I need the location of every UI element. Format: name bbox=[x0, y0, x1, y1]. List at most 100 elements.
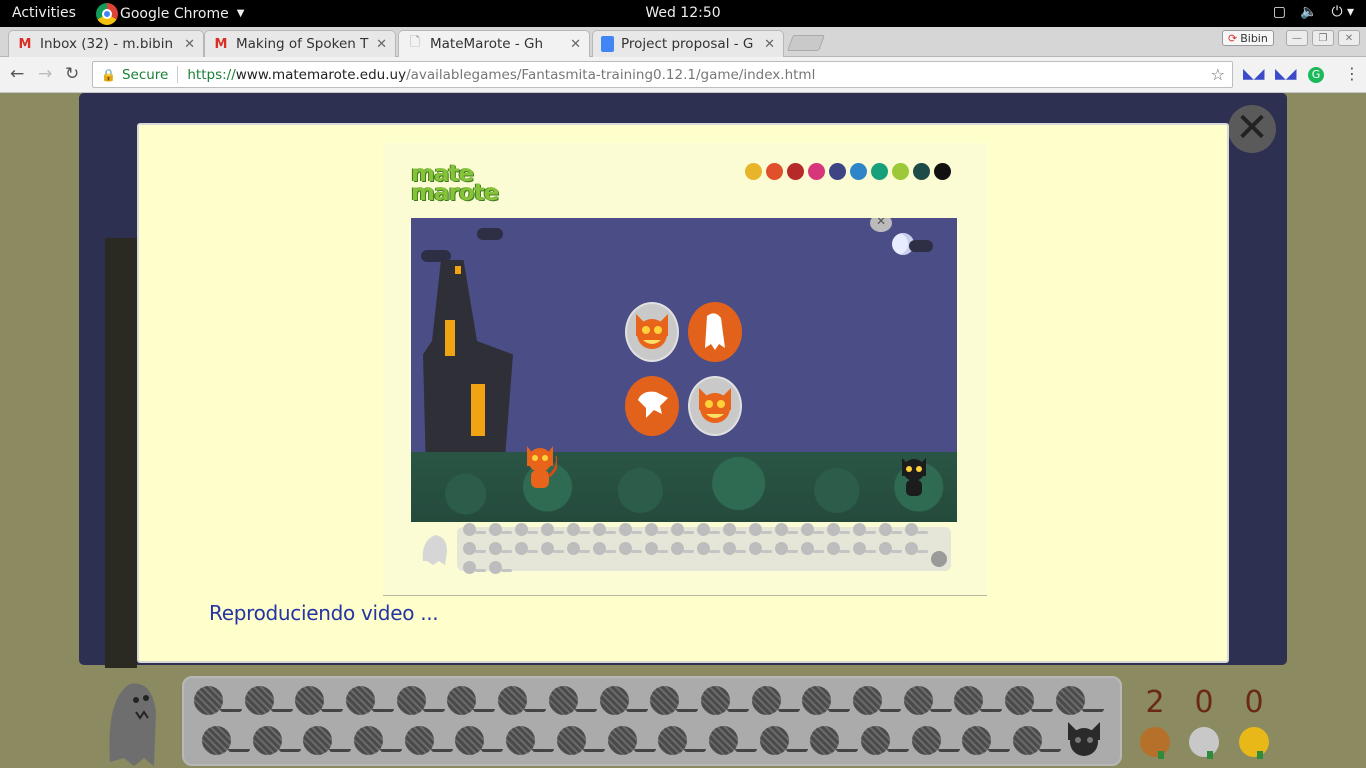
profile-button[interactable]: ⟳ Bibin bbox=[1222, 30, 1274, 46]
close-tab-icon[interactable]: ✕ bbox=[184, 37, 195, 52]
gold-medal-icon bbox=[1239, 727, 1269, 759]
color-swatches bbox=[745, 163, 951, 180]
app-name: Google Chrome bbox=[120, 5, 229, 22]
game-video: mate marote ✕ bbox=[383, 143, 987, 595]
scene-close-icon[interactable]: ✕ bbox=[870, 218, 892, 232]
yarn-ball-icon bbox=[567, 522, 591, 538]
app-menu[interactable]: Google Chrome ▼ bbox=[96, 0, 244, 27]
bushes bbox=[411, 452, 957, 522]
tab-inbox[interactable]: M Inbox (32) - m.bibin ✕ bbox=[8, 30, 204, 57]
tab-label: MateMarote - Gh bbox=[430, 36, 544, 52]
yarn-ball-icon bbox=[1005, 686, 1056, 718]
background-post bbox=[105, 238, 137, 668]
yarn-ball-icon bbox=[697, 522, 721, 538]
color-swatch bbox=[745, 163, 762, 180]
system-tray[interactable]: ▢ 🔈 ⏻ ▾ bbox=[1273, 4, 1354, 20]
memory-card-cat[interactable] bbox=[688, 376, 742, 436]
yarn-ball-icon bbox=[489, 541, 513, 557]
yarn-ball-icon bbox=[404, 726, 456, 758]
memory-card-ghost[interactable] bbox=[688, 302, 742, 362]
yarn-ball-icon bbox=[498, 686, 549, 718]
yarn-ball-icon bbox=[700, 686, 752, 718]
profile-icon: ⟳ bbox=[1228, 31, 1238, 45]
maximize-icon[interactable]: ❐ bbox=[1312, 30, 1334, 46]
yarn-ball-icon bbox=[541, 541, 565, 557]
close-tab-icon[interactable]: ✕ bbox=[764, 37, 775, 52]
chrome-icon bbox=[96, 2, 118, 25]
screen-icon[interactable]: ▢ bbox=[1273, 4, 1286, 20]
bookmark-star-icon[interactable]: ☆ bbox=[1211, 65, 1225, 84]
yarn-ball-icon bbox=[506, 726, 557, 758]
color-swatch bbox=[892, 163, 909, 180]
memory-card-cat[interactable] bbox=[625, 302, 679, 362]
yarn-ball-icon bbox=[541, 522, 565, 538]
tower-window bbox=[471, 384, 485, 436]
yarn-row bbox=[202, 726, 1064, 758]
yarn-ball-icon bbox=[759, 726, 811, 758]
tab-label: Project proposal - G bbox=[621, 36, 754, 52]
yarn-ball-icon bbox=[852, 686, 904, 718]
close-window-icon[interactable]: ✕ bbox=[1338, 30, 1360, 46]
yarn-ball-icon bbox=[671, 541, 695, 557]
yarn-ball-icon bbox=[749, 522, 773, 538]
cat-face-icon bbox=[699, 388, 731, 423]
yarn-ball-icon bbox=[658, 726, 709, 758]
activities-button[interactable]: Activities bbox=[12, 5, 76, 21]
yarn-ball-icon bbox=[749, 541, 773, 557]
close-tab-icon[interactable]: ✕ bbox=[570, 37, 581, 52]
minimize-icon[interactable]: — bbox=[1286, 30, 1308, 46]
color-swatch bbox=[787, 163, 804, 180]
yarn-ball-icon bbox=[810, 726, 861, 758]
memory-card-ghost[interactable] bbox=[625, 376, 679, 436]
yarn-ball-icon bbox=[489, 560, 513, 576]
new-tab-button[interactable] bbox=[787, 35, 825, 51]
yarn-ball-icon bbox=[911, 726, 963, 758]
yarn-ball-icon bbox=[202, 726, 253, 758]
volume-icon[interactable]: 🔈 bbox=[1300, 4, 1317, 20]
yarn-ball-icon bbox=[548, 686, 600, 718]
reload-icon[interactable]: ↻ bbox=[65, 64, 79, 84]
back-icon[interactable]: ← bbox=[10, 64, 24, 84]
yarn-row bbox=[194, 686, 1106, 718]
navigation-bar: ← → ↻ 🔒 Secure https:// www.matemarote.e… bbox=[0, 57, 1366, 93]
yarn-ball-icon bbox=[650, 686, 701, 718]
silver-medal-icon bbox=[1189, 727, 1219, 759]
yarn-ball-icon bbox=[723, 541, 747, 557]
extension-mask-icon-2[interactable]: ◣◢ bbox=[1275, 66, 1297, 82]
color-swatch bbox=[850, 163, 867, 180]
yarn-ball-icon bbox=[303, 726, 354, 758]
yarn-ball-icon bbox=[671, 522, 695, 538]
yarn-ball-icon bbox=[567, 541, 591, 557]
gmail-icon: M bbox=[18, 36, 32, 52]
power-icon[interactable]: ⏻ ▾ bbox=[1331, 4, 1354, 20]
yarn-ball-icon bbox=[905, 522, 929, 538]
yarn-ball-icon bbox=[463, 560, 487, 576]
secure-label: Secure bbox=[121, 66, 169, 83]
yarn-ball-icon bbox=[905, 541, 929, 557]
chevron-down-icon: ▼ bbox=[236, 8, 245, 19]
yarn-ball-icon bbox=[346, 686, 397, 718]
color-swatch bbox=[934, 163, 951, 180]
yarn-ball-icon bbox=[879, 541, 903, 557]
yarn-ball-icon bbox=[827, 522, 851, 538]
tab-matemarote[interactable]: 🗋 MateMarote - Gh ✕ bbox=[398, 30, 590, 57]
close-icon[interactable]: ✕ bbox=[1228, 105, 1276, 153]
grammarly-icon[interactable]: G bbox=[1308, 67, 1324, 83]
yarn-ball-icon bbox=[1055, 686, 1107, 718]
window-controls: — ❐ ✕ bbox=[1286, 30, 1360, 46]
extension-mask-icon[interactable]: ◣◢ bbox=[1243, 66, 1265, 82]
forward-icon[interactable]: → bbox=[38, 64, 52, 84]
address-bar[interactable]: 🔒 Secure https:// www.matemarote.edu.uy … bbox=[92, 61, 1233, 88]
close-tab-icon[interactable]: ✕ bbox=[376, 37, 387, 52]
yarn-ball-icon bbox=[515, 522, 539, 538]
color-swatch bbox=[871, 163, 888, 180]
ghost-icon bbox=[422, 535, 447, 565]
yarn-ball-icon bbox=[708, 726, 760, 758]
tab-making-of-spoken[interactable]: M Making of Spoken T ✕ bbox=[204, 30, 396, 57]
document-icon: 🗋 bbox=[409, 35, 421, 50]
tab-label: Making of Spoken T bbox=[236, 36, 369, 52]
yarn-ball-icon bbox=[354, 726, 405, 758]
menu-kebab-icon[interactable]: ⋮ bbox=[1344, 64, 1360, 83]
tab-project-proposal[interactable]: Project proposal - G ✕ bbox=[592, 30, 784, 57]
video-modal: mate marote ✕ Reproduciendo video ... bbox=[137, 123, 1229, 663]
